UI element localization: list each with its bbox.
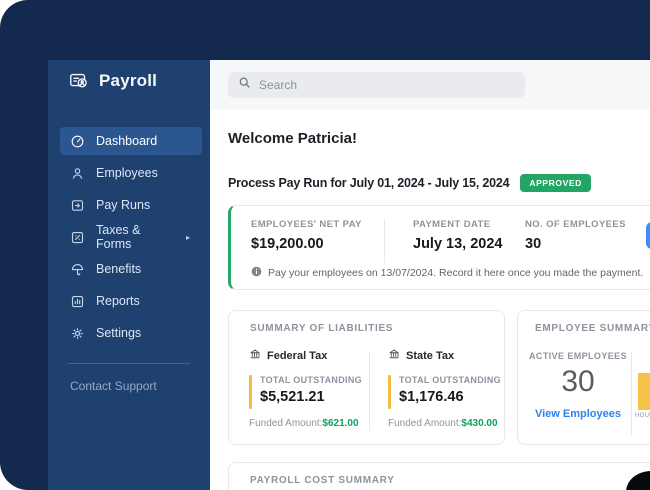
view-employees-link[interactable]: View Employees [524, 408, 632, 420]
yellow-accent-bar [388, 375, 391, 409]
federal-tax-block: Federal Tax TOTAL OUTSTANDING $5,521.21 … [249, 347, 369, 429]
stat-value: $19,200.00 [251, 236, 324, 252]
search-input[interactable] [259, 78, 515, 92]
payroll-logo-icon [68, 70, 90, 92]
payrun-heading-row: Process Pay Run for July 01, 2024 - July… [228, 174, 591, 192]
sidebar-item-taxes-forms[interactable]: Taxes & Forms ▸ [60, 223, 202, 251]
sidebar-item-employees[interactable]: Employees [60, 159, 202, 187]
active-employees-block: ACTIVE EMPLOYEES 30 View Employees [524, 351, 632, 420]
dashboard-icon [70, 134, 85, 149]
primary-action-button[interactable] [646, 222, 650, 249]
sidebar-item-benefits[interactable]: Benefits [60, 255, 202, 283]
liabilities-divider [369, 351, 370, 431]
app-logo: Payroll [68, 70, 157, 92]
stat-label: EMPLOYEES' NET PAY [251, 219, 362, 230]
main-content: Welcome Patricia! Process Pay Run for Ju… [210, 60, 650, 490]
payrun-note-text: Pay your employees on 13/07/2024. Record… [268, 267, 644, 279]
donut-chart-segment [626, 471, 650, 490]
liabilities-card: SUMMARY OF LIABILITIES Federal Tax TOTAL… [228, 310, 505, 445]
employees-icon [70, 166, 85, 181]
outstanding-value: $5,521.21 [260, 389, 325, 405]
sidebar-item-label: Reports [96, 294, 140, 308]
employee-summary-card: EMPLOYEE SUMMARY ACTIVE EMPLOYEES 30 Vie… [517, 310, 650, 445]
outstanding-value: $1,176.46 [399, 389, 464, 405]
employee-summary-divider [631, 351, 632, 436]
state-tax-block: State Tax TOTAL OUTSTANDING $1,176.46 Fu… [388, 347, 508, 429]
taxes-forms-icon [70, 230, 85, 245]
contact-support-link[interactable]: Contact Support [70, 379, 157, 393]
funded-amount-value: $621.00 [322, 418, 359, 429]
reports-icon [70, 294, 85, 309]
bank-icon [249, 347, 261, 365]
benefits-icon [70, 262, 85, 277]
search-icon [238, 76, 251, 94]
payrun-note: Pay your employees on 13/07/2024. Record… [251, 266, 643, 280]
search-box[interactable] [228, 72, 525, 98]
stat-label: PAYMENT DATE [413, 219, 491, 230]
settings-icon [70, 326, 85, 341]
app-title: Payroll [99, 71, 158, 90]
chevron-right-icon: ▸ [185, 232, 190, 242]
payroll-cost-card: PAYROLL COST SUMMARY [228, 462, 650, 490]
outstanding-label: TOTAL OUTSTANDING [399, 375, 501, 385]
yellow-accent-bar [249, 375, 252, 409]
stat-label: NO. OF EMPLOYEES [525, 219, 626, 230]
pay-runs-icon [70, 198, 85, 213]
status-badge: APPROVED [520, 174, 591, 192]
sidebar-item-settings[interactable]: Settings [60, 319, 202, 347]
sidebar: Payroll Dashboard Employees Pay Runs Tax… [48, 60, 210, 490]
topbar [210, 60, 650, 110]
funded-amount-row: Funded Amount:$621.00 [249, 418, 359, 429]
employee-count-stat: NO. OF EMPLOYEES 30 [525, 219, 626, 252]
welcome-heading: Welcome Patricia! [228, 130, 357, 147]
outstanding-label: TOTAL OUTSTANDING [260, 375, 362, 385]
sidebar-item-label: Benefits [96, 262, 142, 276]
funded-amount-row: Funded Amount:$430.00 [388, 418, 498, 429]
active-employees-label: ACTIVE EMPLOYEES [529, 351, 627, 361]
stat-divider [384, 219, 385, 263]
employee-type-bar [638, 373, 650, 410]
payroll-app-window: Payroll Dashboard Employees Pay Runs Tax… [0, 0, 650, 490]
payrun-title: Process Pay Run for July 01, 2024 - July… [228, 176, 510, 190]
payrun-card: EMPLOYEES' NET PAY $19,200.00 PAYMENT DA… [228, 205, 650, 290]
sidebar-item-dashboard[interactable]: Dashboard [60, 127, 202, 155]
info-icon [251, 266, 262, 280]
sidebar-item-reports[interactable]: Reports [60, 287, 202, 315]
sidebar-divider [68, 363, 190, 364]
payroll-cost-title: PAYROLL COST SUMMARY [250, 475, 395, 486]
sidebar-item-label: Settings [96, 326, 142, 340]
sidebar-item-label: Taxes & Forms [96, 223, 141, 251]
bank-icon [388, 347, 400, 365]
tax-name: Federal Tax [267, 350, 328, 362]
sidebar-item-label: Employees [96, 166, 158, 180]
liabilities-title: SUMMARY OF LIABILITIES [250, 323, 394, 334]
sidebar-item-label: Pay Runs [96, 198, 151, 212]
sidebar-item-pay-runs[interactable]: Pay Runs [60, 191, 202, 219]
payment-date-stat: PAYMENT DATE July 13, 2024 [413, 219, 503, 252]
sidebar-item-label: Dashboard [96, 134, 158, 148]
stat-value: July 13, 2024 [413, 236, 503, 252]
tax-name: State Tax [406, 350, 455, 362]
stat-value: 30 [525, 236, 542, 252]
funded-amount-value: $430.00 [461, 418, 498, 429]
employee-type-bar-label: HOURLY [635, 413, 650, 419]
employee-summary-title: EMPLOYEE SUMMARY [535, 323, 650, 334]
active-employees-count: 30 [561, 365, 595, 398]
net-pay-stat: EMPLOYEES' NET PAY $19,200.00 [251, 219, 362, 252]
